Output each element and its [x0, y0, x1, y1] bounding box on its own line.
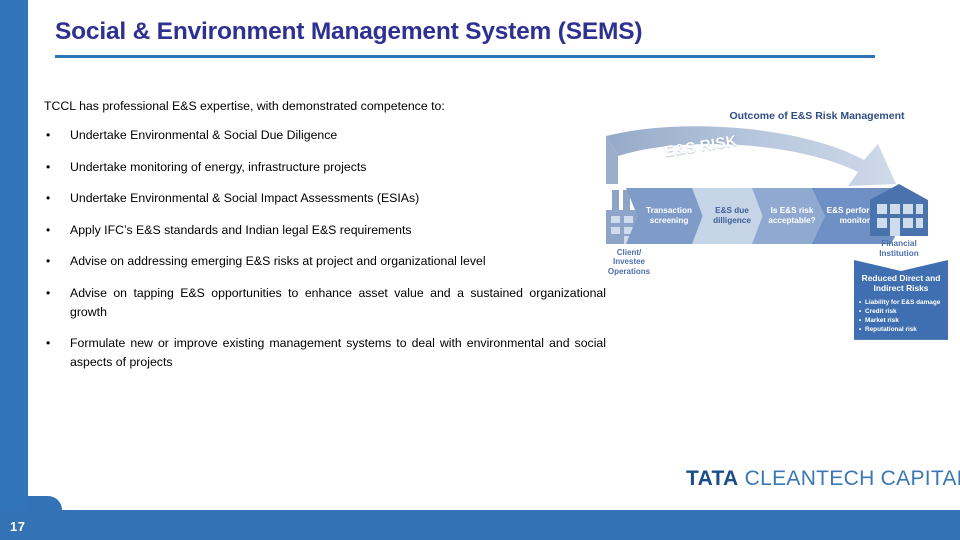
outcome-title: Reduced Direct and Indirect Risks — [861, 273, 941, 294]
outcome-list-item: Market risk — [859, 316, 943, 325]
diagram-heading: Outcome of E&S Risk Management — [729, 110, 905, 122]
logo-brand: TATA — [686, 467, 739, 490]
bullet-marker-icon: • — [46, 159, 51, 174]
footer-band — [0, 510, 960, 540]
bullet-marker-icon: • — [46, 254, 51, 269]
stage-label: Transaction screening — [646, 206, 692, 225]
stage-label: E&S due dilligence — [713, 206, 751, 225]
bullet-marker-icon: • — [46, 128, 51, 142]
financial-institution-icon — [870, 184, 928, 236]
list-item-text: Advise on tapping E&S opportunities to e… — [70, 285, 606, 319]
bullet-marker-icon: • — [46, 336, 51, 351]
list-item: • Undertake monitoring of energy, infrast… — [44, 158, 606, 177]
list-item-text: Advise on addressing emerging E&S risks … — [70, 254, 486, 269]
outcome-list-item: Reputational risk — [859, 325, 943, 334]
financial-institution-label: Financial Institution — [879, 239, 919, 258]
list-item: • Formulate new or improve existing manag… — [44, 334, 606, 372]
list-item: • Undertake Environmental & Social Due Di… — [44, 126, 606, 145]
slide: Social & Environment Management System (… — [0, 0, 960, 540]
list-item-text: Undertake Environmental & Social Due Dil… — [70, 128, 338, 142]
list-item: • Apply IFC’s E&S standards and Indian le… — [44, 221, 606, 240]
outcome-list-item: Credit risk — [859, 307, 943, 316]
bullet-marker-icon: • — [46, 285, 51, 300]
factory-label: Client/ Investee Operations — [607, 248, 651, 276]
es-risk-management-diagram: Outcome of E&S Risk Management E&S RISK — [596, 100, 956, 340]
tata-cleantech-capital-logo: TATA CLEANTECH CAPITAL — [686, 467, 960, 491]
footer-notch — [28, 496, 62, 510]
bullet-marker-icon: • — [46, 222, 51, 237]
left-accent-bar — [0, 0, 28, 540]
outcome-list-item: Liability for E&S damage — [859, 298, 943, 307]
list-item-text: Formulate new or improve existing manage… — [70, 336, 606, 370]
page-title: Social & Environment Management System (… — [55, 18, 643, 45]
list-item-text: Apply IFC’s E&S standards and Indian leg… — [70, 222, 412, 237]
list-item: • Advise on tapping E&S opportunities to … — [44, 284, 606, 322]
outcome-callout: Reduced Direct and Indirect Risks Liabil… — [854, 260, 948, 340]
list-item: • Undertake Environmental & Social Impact… — [44, 189, 606, 208]
competence-bullet-list: • Undertake Environmental & Social Due Di… — [44, 126, 606, 385]
stage-label: Is E&S risk acceptable? — [768, 206, 816, 225]
outcome-risk-list: Liability for E&S damage Credit risk Mar… — [859, 298, 943, 334]
list-item: • Advise on addressing emerging E&S risks… — [44, 252, 606, 271]
list-item-text: Undertake monitoring of energy, infrastr… — [70, 159, 367, 174]
lead-paragraph: TCCL has professional E&S expertise, wit… — [44, 99, 445, 113]
logo-name: CLEANTECH CAPITAL — [738, 467, 960, 490]
bullet-marker-icon: • — [46, 191, 51, 206]
list-item-text: Undertake Environmental & Social Impact … — [70, 191, 420, 206]
page-number: 17 — [10, 519, 26, 534]
process-chevron-row: Transaction screening E&S due dilligence… — [626, 188, 906, 244]
title-underline — [55, 55, 875, 58]
